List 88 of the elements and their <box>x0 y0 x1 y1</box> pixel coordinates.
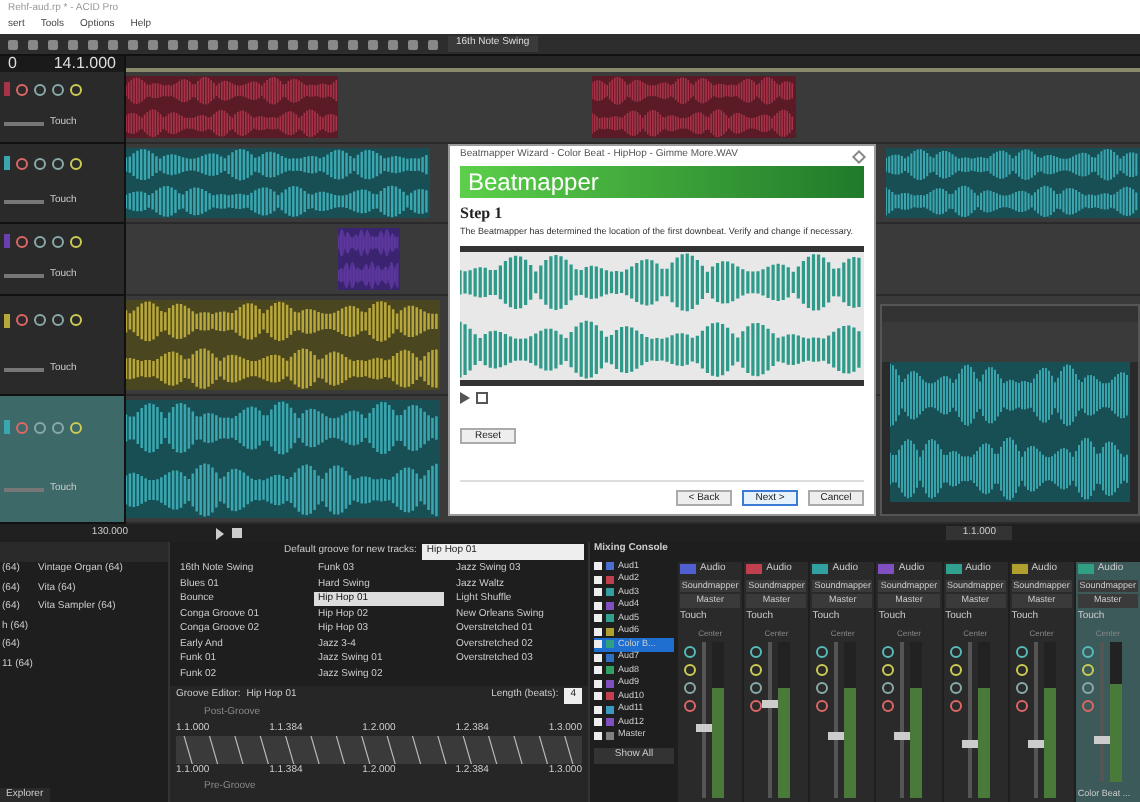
mute-icon[interactable] <box>1015 681 1028 693</box>
mute-icon[interactable] <box>34 157 46 170</box>
level-meter <box>1109 683 1122 783</box>
record-arm-icon[interactable] <box>16 314 28 327</box>
fx-icon[interactable] <box>70 235 82 248</box>
volume-slider[interactable] <box>4 200 44 205</box>
checkbox[interactable] <box>594 614 602 623</box>
checkbox[interactable] <box>594 731 602 740</box>
fx-icon[interactable] <box>949 645 962 657</box>
solo-icon[interactable] <box>882 663 895 675</box>
level-meter <box>977 688 990 798</box>
audio-clip[interactable] <box>338 228 400 290</box>
level-meter <box>712 688 724 798</box>
fader-thumb[interactable] <box>828 731 845 740</box>
volume-slider[interactable] <box>4 274 44 279</box>
audio-clip[interactable] <box>126 148 431 218</box>
mute-icon[interactable] <box>34 314 46 327</box>
fx-icon[interactable] <box>750 645 763 657</box>
solo-icon[interactable] <box>750 663 763 675</box>
checkbox[interactable] <box>594 705 602 714</box>
solo-icon[interactable] <box>52 157 64 170</box>
solo-icon[interactable] <box>52 235 64 248</box>
mute-icon[interactable] <box>684 681 696 693</box>
solo-icon[interactable] <box>684 663 696 675</box>
solo-icon[interactable] <box>949 663 962 675</box>
play-icon[interactable] <box>460 391 470 404</box>
fx-icon[interactable] <box>684 645 696 657</box>
record-arm-icon[interactable] <box>16 157 28 170</box>
level-meter <box>844 688 857 798</box>
audio-clip[interactable] <box>126 300 441 390</box>
audio-clip[interactable] <box>126 76 339 138</box>
solo-icon[interactable] <box>816 663 829 675</box>
audio-clip[interactable] <box>126 400 441 518</box>
fader-thumb[interactable] <box>1093 736 1110 745</box>
fader-thumb[interactable] <box>762 699 779 708</box>
time-readout: 14.1.000 <box>53 52 116 76</box>
mute-icon[interactable] <box>1081 681 1094 693</box>
level-meter <box>778 688 791 798</box>
fx-icon[interactable] <box>1015 645 1028 657</box>
checkbox[interactable] <box>594 640 602 649</box>
record-arm-icon[interactable] <box>1015 699 1028 711</box>
checkbox[interactable] <box>594 575 602 584</box>
checkbox[interactable] <box>594 666 602 675</box>
checkbox[interactable] <box>594 679 602 688</box>
solo-icon[interactable] <box>52 314 64 327</box>
volume-slider[interactable] <box>4 367 44 372</box>
checkbox[interactable] <box>594 588 602 597</box>
record-arm-icon[interactable] <box>816 699 829 711</box>
stop-icon[interactable] <box>476 391 488 404</box>
fader-thumb[interactable] <box>894 731 911 740</box>
mute-icon[interactable] <box>882 681 895 693</box>
audio-clip[interactable] <box>592 76 796 138</box>
checkbox[interactable] <box>594 653 602 662</box>
fx-icon[interactable] <box>816 645 829 657</box>
banner-title: Beatmapper <box>468 166 599 200</box>
solo-icon[interactable] <box>1015 663 1028 675</box>
fx-icon[interactable] <box>70 83 82 96</box>
close-icon[interactable] <box>851 148 867 164</box>
record-arm-icon[interactable] <box>16 235 28 248</box>
volume-slider[interactable] <box>4 122 44 127</box>
checkbox[interactable] <box>594 627 602 636</box>
checkbox[interactable] <box>594 718 602 727</box>
fader-thumb[interactable] <box>961 739 978 748</box>
checkbox[interactable] <box>594 692 602 701</box>
position-readout: 0 <box>8 52 17 76</box>
fx-icon[interactable] <box>882 645 895 657</box>
mute-icon[interactable] <box>34 83 46 96</box>
mute-icon[interactable] <box>949 681 962 693</box>
record-arm-icon[interactable] <box>16 83 28 96</box>
fx-icon[interactable] <box>70 157 82 170</box>
audio-clip[interactable] <box>886 148 1140 218</box>
checkbox[interactable] <box>594 562 602 571</box>
fader-thumb[interactable] <box>1027 739 1044 748</box>
solo-icon[interactable] <box>1081 663 1094 675</box>
record-arm-icon[interactable] <box>882 699 895 711</box>
record-arm-icon[interactable] <box>684 699 696 711</box>
level-meter <box>1043 688 1056 798</box>
record-arm-icon[interactable] <box>949 699 962 711</box>
fader-thumb[interactable] <box>696 723 712 732</box>
checkbox[interactable] <box>594 601 602 610</box>
fx-icon[interactable] <box>70 314 82 327</box>
mute-icon[interactable] <box>816 681 829 693</box>
solo-icon[interactable] <box>52 83 64 96</box>
volume-slider[interactable] <box>4 488 44 493</box>
mute-icon[interactable] <box>750 681 763 693</box>
level-meter <box>910 688 923 798</box>
mute-icon[interactable] <box>34 235 46 248</box>
step-heading: Step 1 <box>460 202 505 226</box>
